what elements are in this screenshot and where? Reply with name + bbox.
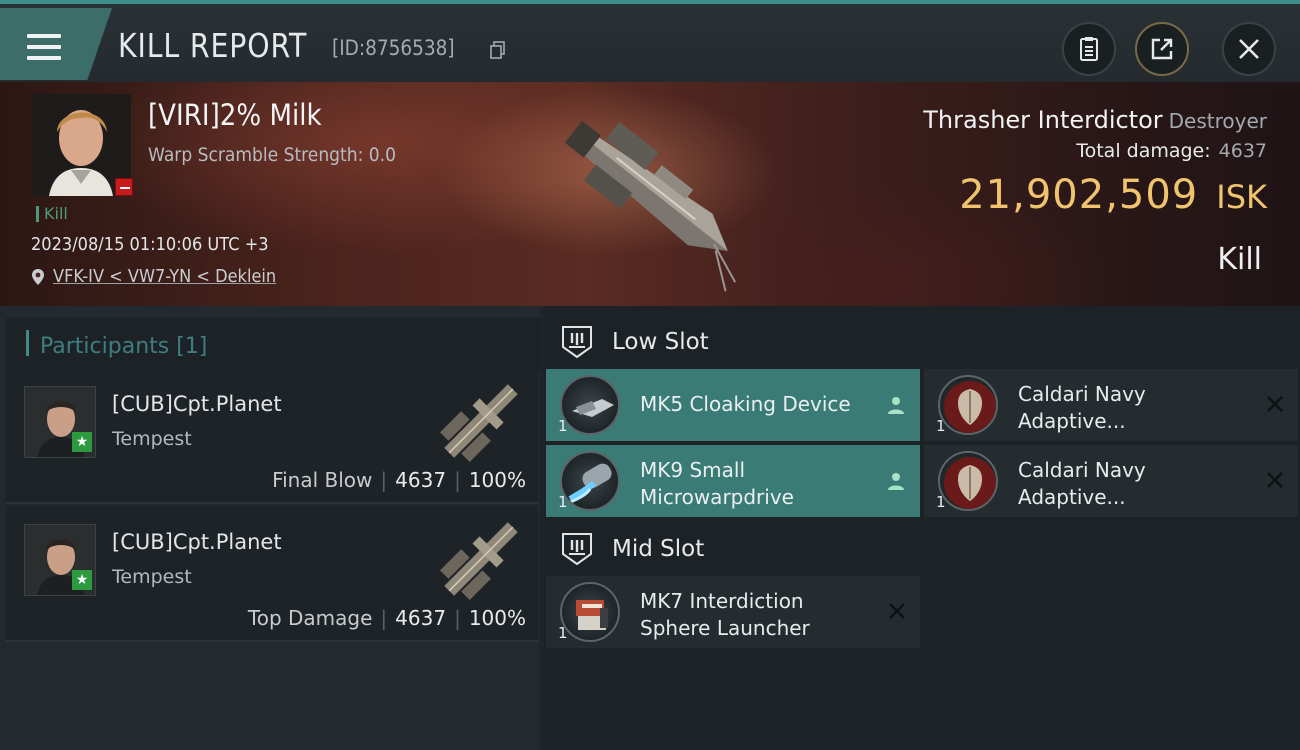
fitting-panel: Low Slot 1 MK5 Cloaking Device 1 Caldari… — [544, 306, 1300, 750]
module-name-line2: Adaptive... — [1018, 409, 1126, 433]
close-button[interactable] — [1222, 22, 1276, 76]
participant-damage: 4637 — [395, 606, 447, 630]
module-name: MK5 Cloaking Device — [640, 391, 851, 418]
module-item[interactable]: 1 Caldari Navy Adaptive... — [924, 445, 1298, 517]
module-quantity: 1 — [558, 624, 568, 642]
isk-value-line: 21,902,509 ISK — [959, 172, 1267, 218]
participant-percent: 100% — [468, 468, 526, 492]
star-badge: ★ — [72, 570, 92, 590]
total-damage-value: 4637 — [1218, 140, 1267, 162]
module-item[interactable]: 1 MK5 Cloaking Device — [546, 369, 920, 441]
ship-name[interactable]: Thrasher Interdictor Destroyer — [923, 106, 1267, 134]
module-icon — [560, 451, 620, 511]
participant-name[interactable]: [CUB]Cpt.Planet — [112, 392, 282, 416]
close-icon — [1239, 39, 1259, 59]
module-quantity: 1 — [558, 493, 568, 511]
module-name: MK9 Small Microwarpdrive — [640, 457, 794, 511]
participants-title: Participants [1] — [40, 334, 208, 359]
kill-tag: Kill — [36, 206, 68, 222]
participant-ship: Tempest — [112, 566, 192, 588]
menu-icon — [27, 34, 61, 60]
low-slot-title: Low Slot — [612, 329, 709, 355]
ship-class: Destroyer — [1168, 109, 1267, 133]
top-bar: KILL REPORT [ID:8756538] — [0, 0, 1300, 82]
location-pin-icon — [32, 268, 44, 285]
x-icon — [889, 603, 905, 619]
share-icon — [1151, 38, 1173, 60]
total-damage-label: Total damage: — [1076, 140, 1211, 162]
participant-role: Final Blow — [272, 468, 373, 492]
mid-slot-header: Mid Slot — [544, 519, 920, 579]
module-icon — [560, 582, 620, 642]
person-icon[interactable] — [886, 395, 906, 415]
module-quantity: 1 — [558, 417, 568, 435]
total-damage: Total damage: 4637 — [1076, 140, 1267, 162]
participant-stats: Final Blow | 4637 | 100% — [272, 468, 526, 492]
kill-banner: [VIRI]2% Milk Warp Scramble Strength: 0.… — [0, 82, 1300, 306]
module-name-line1: Caldari Navy — [1018, 458, 1146, 482]
page-title: KILL REPORT — [118, 26, 308, 65]
module-item[interactable]: 1 MK9 Small Microwarpdrive — [546, 445, 920, 517]
slot-rack-icon — [562, 533, 592, 566]
location-link[interactable]: VFK-IV < VW7-YN < Deklein — [31, 266, 301, 287]
module-name-line1: MK7 Interdiction — [640, 589, 804, 613]
module-item[interactable]: 1 MK7 Interdiction Sphere Launcher — [546, 576, 920, 648]
module-item[interactable]: 1 Caldari Navy Adaptive... — [924, 369, 1298, 441]
module-quantity: 1 — [936, 417, 946, 435]
x-icon — [1267, 396, 1283, 412]
warp-scramble-strength: Warp Scramble Strength: 0.0 — [148, 144, 396, 166]
module-icon — [560, 375, 620, 435]
participant-damage: 4637 — [395, 468, 447, 492]
clipboard-icon — [1080, 37, 1098, 61]
hostile-badge — [115, 178, 133, 196]
participant-role: Top Damage — [247, 606, 373, 630]
module-icon — [938, 375, 998, 435]
victim-name[interactable]: [VIRI]2% Milk — [148, 98, 322, 132]
module-quantity: 1 — [936, 493, 946, 511]
participant-percent: 100% — [468, 606, 526, 630]
module-name-line1: MK5 Cloaking Device — [640, 392, 851, 416]
module-icon — [938, 451, 998, 511]
module-name-line2: Sphere Launcher — [640, 616, 810, 640]
module-name: Caldari Navy Adaptive... — [1018, 457, 1146, 511]
x-icon — [1267, 472, 1283, 488]
mid-slot-title: Mid Slot — [612, 536, 705, 562]
isk-unit: ISK — [1216, 178, 1267, 216]
share-button[interactable] — [1135, 22, 1189, 76]
result-label: Kill — [1217, 242, 1262, 277]
module-name-line2: Microwarpdrive — [640, 485, 794, 509]
location-text: VFK-IV < VW7-YN < Deklein — [53, 266, 277, 287]
kill-datetime: 2023/08/15 01:10:06 UTC +3 — [31, 234, 269, 255]
participant-name[interactable]: [CUB]Cpt.Planet — [112, 530, 282, 554]
participant-ship-render — [439, 522, 518, 601]
person-icon[interactable] — [886, 471, 906, 491]
module-name-line2: Adaptive... — [1018, 485, 1126, 509]
participants-panel: Participants [1] ★ [CUB]Cpt.Planet Tempe… — [0, 306, 540, 750]
participants-header: Participants [1] — [6, 318, 540, 372]
slot-rack-icon — [562, 326, 592, 359]
clipboard-button[interactable] — [1062, 22, 1116, 76]
star-badge: ★ — [72, 432, 92, 452]
participant-ship: Tempest — [112, 428, 192, 450]
module-name: Caldari Navy Adaptive... — [1018, 381, 1146, 435]
copy-icon[interactable] — [490, 41, 506, 59]
ship-type: Thrasher Interdictor — [923, 106, 1163, 134]
module-name-line1: Caldari Navy — [1018, 382, 1146, 406]
menu-button[interactable] — [0, 8, 112, 80]
low-slot-header: Low Slot — [544, 312, 920, 372]
participant-card[interactable]: ★ [CUB]Cpt.Planet Tempest Top Damage | 463… — [6, 506, 538, 642]
participant-stats: Top Damage | 4637 | 100% — [247, 606, 526, 630]
report-id: [ID:8756538] — [332, 36, 455, 60]
ship-render — [564, 120, 737, 292]
module-name: MK7 Interdiction Sphere Launcher — [640, 588, 810, 642]
participant-card[interactable]: ★ [CUB]Cpt.Planet Tempest Final Blow | 463… — [6, 368, 538, 504]
module-name-line1: MK9 Small — [640, 458, 745, 482]
participant-ship-render — [439, 384, 518, 463]
isk-value: 21,902,509 — [959, 172, 1199, 218]
